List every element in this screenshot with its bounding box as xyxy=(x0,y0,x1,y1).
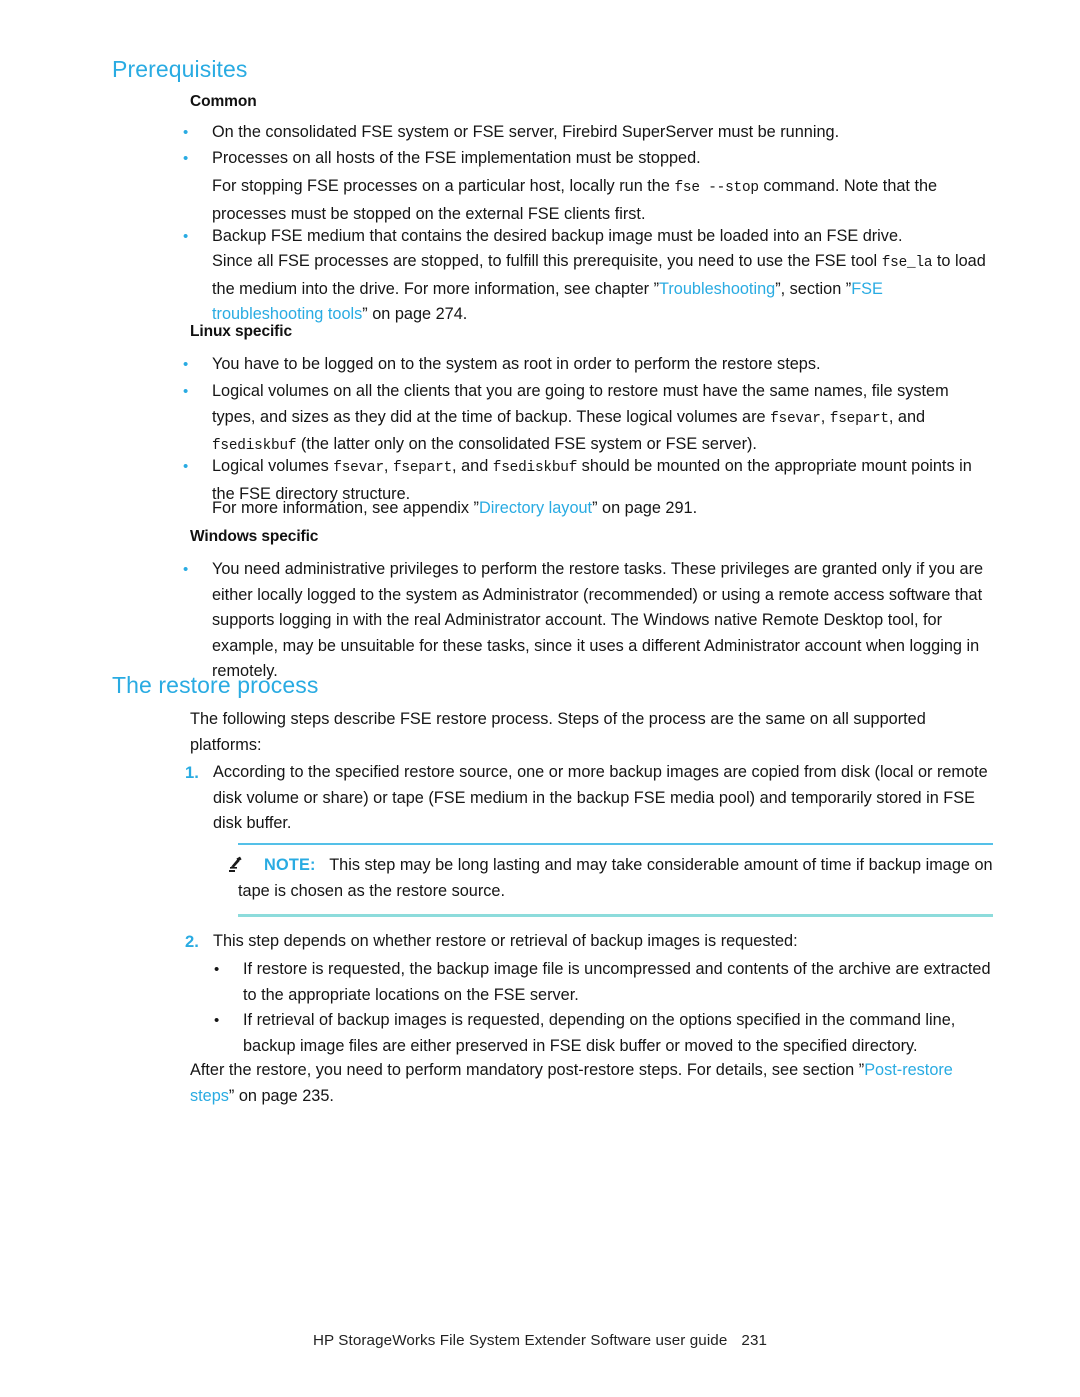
list-item-label: Backup FSE medium that contains the desi… xyxy=(212,227,903,245)
text-and: , and xyxy=(452,457,489,475)
bullet-icon: • xyxy=(214,961,220,978)
note-content: NOTE: This step may be long lasting and … xyxy=(238,856,993,900)
link-troubleshooting[interactable]: Troubleshooting xyxy=(659,280,775,298)
list-item: • You have to be logged on to the system… xyxy=(183,352,995,378)
document-page: Prerequisites Common • On the consolidat… xyxy=(0,0,1080,1397)
note-callout: NOTE: This step may be long lasting and … xyxy=(229,843,993,917)
footer-title: HP StorageWorks File System Extender Sof… xyxy=(312,1332,728,1349)
list-item-label: On the consolidated FSE system or FSE se… xyxy=(212,123,840,141)
list-item-text: Logical volumes xyxy=(212,457,329,475)
subheading-common: Common xyxy=(190,93,257,110)
page-footer: HP StorageWorks File System Extender Sof… xyxy=(0,1332,1080,1349)
paragraph-text: Since all FSE processes are stopped, to … xyxy=(212,252,878,270)
step-text: According to the specified restore sourc… xyxy=(213,763,988,833)
ordered-list-item-1: 1. According to the specified restore so… xyxy=(185,760,995,837)
list-item: • Processes on all hosts of the FSE impl… xyxy=(183,146,995,172)
list-item-label: You have to be logged on to the system a… xyxy=(212,355,821,373)
paragraph-text-end: ” on page 274. xyxy=(362,305,468,324)
step-number: 2. xyxy=(185,932,199,951)
list-item-label: Processes on all hosts of the FSE implem… xyxy=(212,149,701,167)
list-item-label: Logical volumes on all the clients that … xyxy=(212,379,995,460)
subheading-windows-specific: Windows specific xyxy=(190,528,319,545)
command-fse-la: fse_la xyxy=(881,255,933,271)
volume-fsevar: fsevar xyxy=(333,460,384,476)
note-rule-bottom xyxy=(238,914,993,917)
paragraph-stop-command: For stopping FSE processes on a particul… xyxy=(212,174,995,227)
section-heading-restore-process: The restore process xyxy=(112,672,319,698)
volume-fsepart: fsepart xyxy=(829,410,889,427)
volume-fsediskbuf: fsediskbuf xyxy=(492,460,578,476)
paragraph-text-end: ” on page 235. xyxy=(228,1086,334,1105)
list-item-label: You need administrative privileges to pe… xyxy=(212,560,984,681)
note-label: NOTE: xyxy=(264,856,316,874)
paragraph-text: For stopping FSE processes on a particul… xyxy=(212,177,670,195)
text-comma: , xyxy=(383,457,389,475)
bullet-icon: • xyxy=(183,150,189,167)
list-item: • On the consolidated FSE system or FSE … xyxy=(183,120,995,146)
paragraph-restore-intro: The following steps describe FSE restore… xyxy=(190,710,926,754)
bullet-icon: • xyxy=(183,228,189,245)
section-heading-prerequisites: Prerequisites xyxy=(112,56,248,82)
list-item: • If restore is requested, the backup im… xyxy=(214,957,995,1008)
command-fse-stop: fse --stop xyxy=(674,180,759,196)
volume-fsepart: fsepart xyxy=(392,460,453,476)
text-and: , and xyxy=(888,407,926,426)
note-body: NOTE: This step may be long lasting and … xyxy=(229,845,993,914)
list-item: • You need administrative privileges to … xyxy=(183,557,995,685)
link-directory-layout[interactable]: Directory layout xyxy=(479,499,592,517)
paragraph-text: After the restore, you need to perform m… xyxy=(190,1061,865,1079)
step-number: 1. xyxy=(185,763,199,782)
note-text: This step may be long lasting and may ta… xyxy=(238,856,993,900)
list-item: • Logical volumes on all the clients tha… xyxy=(183,379,995,460)
paragraph-fse-la: Since all FSE processes are stopped, to … xyxy=(212,249,995,328)
subheading-linux-specific: Linux specific xyxy=(190,323,292,340)
paragraph-directory-layout: For more information, see appendix ”Dire… xyxy=(212,496,995,522)
bullet-icon: • xyxy=(214,1012,220,1029)
paragraph-post-restore: After the restore, you need to perform m… xyxy=(190,1058,995,1109)
paragraph-text-end: ” on page 291. xyxy=(592,499,698,517)
volume-fsevar: fsevar xyxy=(770,410,821,427)
paragraph-text: For more information, see appendix ” xyxy=(212,499,479,517)
volume-fsediskbuf: fsediskbuf xyxy=(212,438,297,455)
bullet-icon: • xyxy=(183,356,189,373)
bullet-icon: • xyxy=(183,383,189,400)
page-number: 231 xyxy=(741,1332,768,1349)
list-item-label: If retrieval of backup images is request… xyxy=(243,1011,956,1055)
text-comma: , xyxy=(820,407,826,426)
list-item: • If retrieval of backup images is reque… xyxy=(214,1008,995,1059)
ordered-list-item-2: 2. This step depends on whether restore … xyxy=(185,929,995,955)
list-item-label: If restore is requested, the backup imag… xyxy=(243,960,991,1004)
list-item: • Backup FSE medium that contains the de… xyxy=(183,224,995,250)
list-item-text-end: (the latter only on the consolidated FSE… xyxy=(300,435,757,454)
bullet-icon: • xyxy=(183,124,189,141)
step-text: This step depends on whether restore or … xyxy=(213,932,798,950)
bullet-icon: • xyxy=(183,458,189,475)
bullet-icon: • xyxy=(183,561,189,578)
note-pencil-icon xyxy=(228,856,250,874)
paragraph-text-cont2: ”, section ” xyxy=(775,279,852,298)
